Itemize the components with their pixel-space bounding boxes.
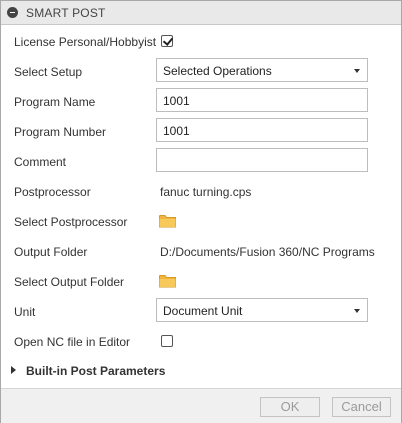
select-setup-label: Select Setup xyxy=(14,65,83,79)
comment-label: Comment xyxy=(14,155,67,169)
folder-icon[interactable] xyxy=(159,214,176,228)
open-nc-checkbox[interactable] xyxy=(161,335,173,347)
cancel-button[interactable]: Cancel xyxy=(332,397,391,417)
postprocessor-value: fanuc turning.cps xyxy=(160,185,252,199)
ok-button[interactable]: OK xyxy=(260,397,320,417)
output-folder-label: Output Folder xyxy=(14,245,88,259)
collapse-icon[interactable] xyxy=(7,7,18,18)
license-label: License Personal/Hobbyist xyxy=(14,35,157,49)
program-number-input[interactable]: 1001 xyxy=(156,118,368,142)
chevron-down-icon xyxy=(354,309,360,313)
dialog-footer: OK Cancel xyxy=(1,388,401,423)
folder-icon[interactable] xyxy=(159,274,176,288)
program-name-value: 1001 xyxy=(163,94,190,108)
expand-arrow-icon[interactable] xyxy=(11,366,16,374)
unit-value: Document Unit xyxy=(163,304,243,318)
program-name-label: Program Name xyxy=(14,95,96,109)
license-checkbox[interactable] xyxy=(161,35,174,47)
chevron-down-icon xyxy=(354,69,360,73)
program-number-value: 1001 xyxy=(163,124,190,138)
postprocessor-label: Postprocessor xyxy=(14,185,91,199)
select-setup-dropdown[interactable]: Selected Operations xyxy=(156,58,368,82)
comment-input[interactable] xyxy=(156,148,368,172)
panel-title: SMART POST xyxy=(26,6,106,20)
select-setup-value: Selected Operations xyxy=(163,64,272,78)
unit-dropdown[interactable]: Document Unit xyxy=(156,298,368,322)
smart-post-dialog: SMART POST License Personal/Hobbyist Sel… xyxy=(0,0,402,423)
select-postprocessor-label: Select Postprocessor xyxy=(14,215,128,229)
select-output-folder-label: Select Output Folder xyxy=(14,275,125,289)
output-folder-value: D:/Documents/Fusion 360/NC Programs xyxy=(160,245,375,259)
panel-header[interactable]: SMART POST xyxy=(1,1,401,25)
program-name-input[interactable]: 1001 xyxy=(156,88,368,112)
checkmark-icon xyxy=(162,35,174,46)
open-nc-label: Open NC file in Editor xyxy=(14,335,131,349)
built-in-post-parameters-toggle[interactable]: Built-in Post Parameters xyxy=(26,364,165,378)
program-number-label: Program Number xyxy=(14,125,107,139)
unit-label: Unit xyxy=(14,305,36,319)
